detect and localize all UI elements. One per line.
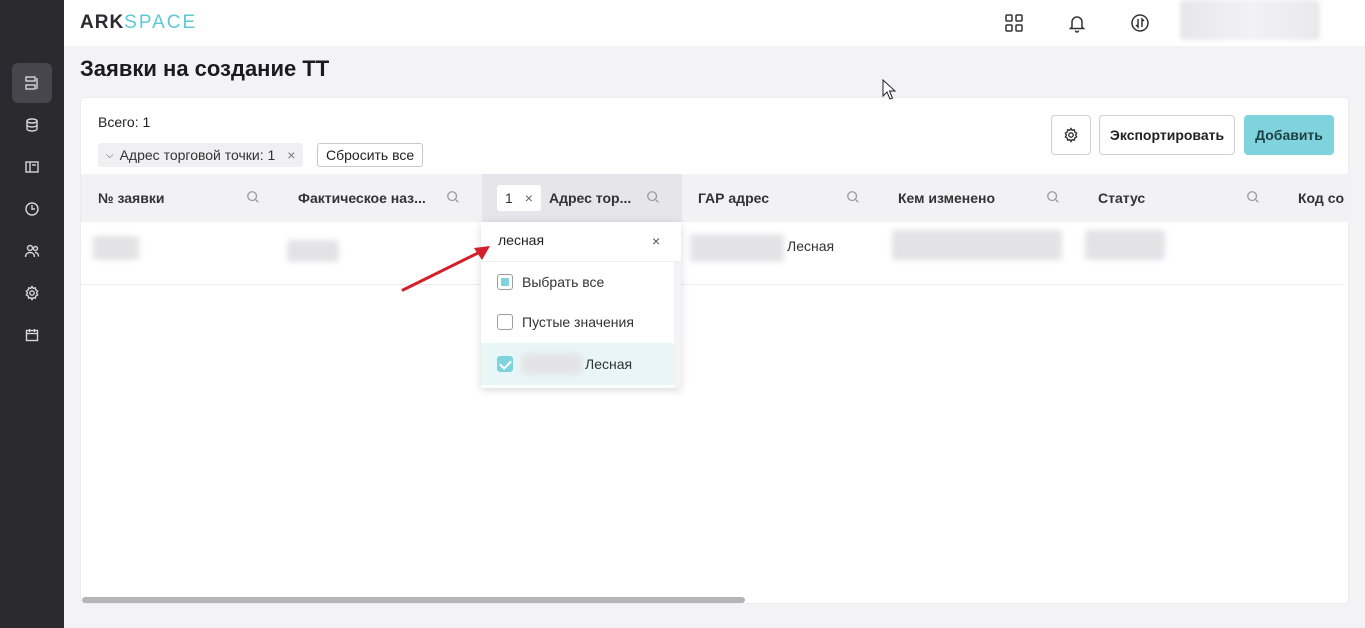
column-filter-dropdown: × Выбрать все Пустые значения Лесная — [481, 222, 681, 388]
annotation-arrow-icon — [401, 246, 490, 292]
apps-grid-icon — [1005, 14, 1023, 32]
sidebar-item-database[interactable] — [12, 105, 52, 145]
app-logo[interactable]: ARKSPACE — [80, 12, 197, 34]
clock-icon — [25, 202, 39, 216]
gear-icon — [25, 285, 39, 301]
sync-icon — [1131, 14, 1149, 32]
dropdown-scrollbar[interactable] — [674, 262, 681, 388]
filter-option-select-all[interactable]: Выбрать все — [481, 262, 674, 302]
add-button[interactable]: Добавить — [1244, 115, 1334, 155]
table-row[interactable]: Лесная — [81, 222, 1343, 285]
checkbox-unchecked[interactable] — [497, 314, 513, 330]
page-title: Заявки на создание ТТ — [80, 56, 330, 81]
sidebar-item-history[interactable] — [12, 189, 52, 229]
close-icon[interactable]: × — [652, 233, 660, 249]
gar-address-cell: Лесная — [787, 238, 835, 254]
sidebar — [0, 0, 64, 628]
database-icon — [26, 118, 38, 132]
search-icon[interactable] — [246, 190, 262, 206]
sidebar-item-users[interactable] — [12, 231, 52, 271]
bell-icon — [1068, 16, 1086, 33]
filter-search-box: × — [481, 222, 681, 262]
blurred-cell — [93, 236, 139, 260]
requests-icon — [25, 76, 38, 90]
scrollbar-thumb[interactable] — [82, 597, 745, 603]
column-filter-badge[interactable]: 1 × — [497, 185, 541, 211]
close-icon[interactable]: × — [287, 147, 295, 163]
column-label: № заявки — [98, 190, 165, 206]
users-icon — [24, 244, 40, 258]
active-filter-chip[interactable]: ⌵ Адрес торговой точки: 1 × — [98, 143, 304, 167]
chevron-down-icon[interactable]: ⌵ — [106, 150, 114, 161]
column-label: Адрес тор... — [548, 190, 632, 206]
blurred-cell — [892, 230, 1062, 260]
column-label: Код со — [1298, 190, 1345, 206]
filter-chip-label: Адрес торговой точки: 1 — [119, 147, 276, 163]
column-label: Статус — [1098, 190, 1146, 206]
user-profile-area[interactable] — [1180, 0, 1320, 40]
filter-count: 1 — [505, 190, 513, 206]
logo-text-ark: ARK — [80, 12, 125, 33]
column-header-gar-address[interactable]: ГАР адрес — [698, 174, 881, 222]
mouse-cursor-icon — [882, 79, 897, 100]
sidebar-item-calendar[interactable] — [12, 315, 52, 355]
column-header-changed-by[interactable]: Кем изменено — [898, 174, 1081, 222]
export-button[interactable]: Экспортировать — [1099, 115, 1235, 155]
total-count: Всего: 1 — [98, 114, 151, 130]
column-label: ГАР адрес — [698, 190, 770, 206]
close-icon[interactable]: × — [525, 190, 533, 206]
column-header-outlet-address[interactable]: 1 × Адрес тор... — [482, 174, 682, 222]
checkbox-checked[interactable] — [497, 356, 513, 372]
top-header: ARKSPACE — [64, 0, 1365, 46]
search-icon[interactable] — [446, 190, 462, 206]
logo-text-space: SPACE — [124, 12, 198, 33]
table-settings-button[interactable] — [1051, 115, 1091, 155]
option-label: Лесная — [585, 356, 633, 372]
column-header-request-number[interactable]: № заявки — [98, 174, 281, 222]
column-header-actual-name[interactable]: Фактическое наз... — [298, 174, 481, 222]
notifications-button[interactable] — [1065, 11, 1089, 35]
search-icon[interactable] — [1246, 190, 1262, 206]
layout-icon — [25, 161, 39, 173]
column-label: Кем изменено — [898, 190, 996, 206]
option-label: Пустые значения — [522, 314, 634, 330]
apps-grid-button[interactable] — [1002, 11, 1026, 35]
option-label: Выбрать все — [522, 274, 605, 290]
blurred-cell — [287, 240, 339, 262]
horizontal-scrollbar[interactable] — [81, 596, 1349, 604]
gear-icon — [1064, 127, 1078, 143]
filter-option-lesnaya[interactable]: Лесная — [481, 343, 674, 385]
calendar-icon — [25, 329, 39, 342]
sync-button[interactable] — [1128, 11, 1152, 35]
column-header-status[interactable]: Статус — [1098, 174, 1281, 222]
sidebar-item-settings[interactable] — [12, 273, 52, 313]
table-header: № заявки Фактическое наз... 1 × Адрес то… — [81, 174, 1349, 222]
sidebar-item-requests[interactable] — [12, 63, 52, 103]
reset-filters-button[interactable]: Сбросить все — [317, 143, 424, 167]
search-icon[interactable] — [646, 190, 662, 206]
column-label: Фактическое наз... — [298, 190, 426, 206]
search-icon[interactable] — [1046, 190, 1062, 206]
blurred-cell — [1085, 230, 1165, 260]
filter-search-input[interactable] — [498, 232, 648, 248]
blurred-option-text — [522, 354, 582, 374]
requests-table-card: Всего: 1 ⌵ Адрес торговой точки: 1 × Сбр… — [80, 97, 1349, 604]
blurred-cell — [690, 234, 784, 262]
filter-option-empty-values[interactable]: Пустые значения — [481, 302, 674, 342]
sidebar-item-layout[interactable] — [12, 147, 52, 187]
search-icon[interactable] — [846, 190, 862, 206]
column-header-code[interactable]: Код со — [1298, 174, 1349, 222]
